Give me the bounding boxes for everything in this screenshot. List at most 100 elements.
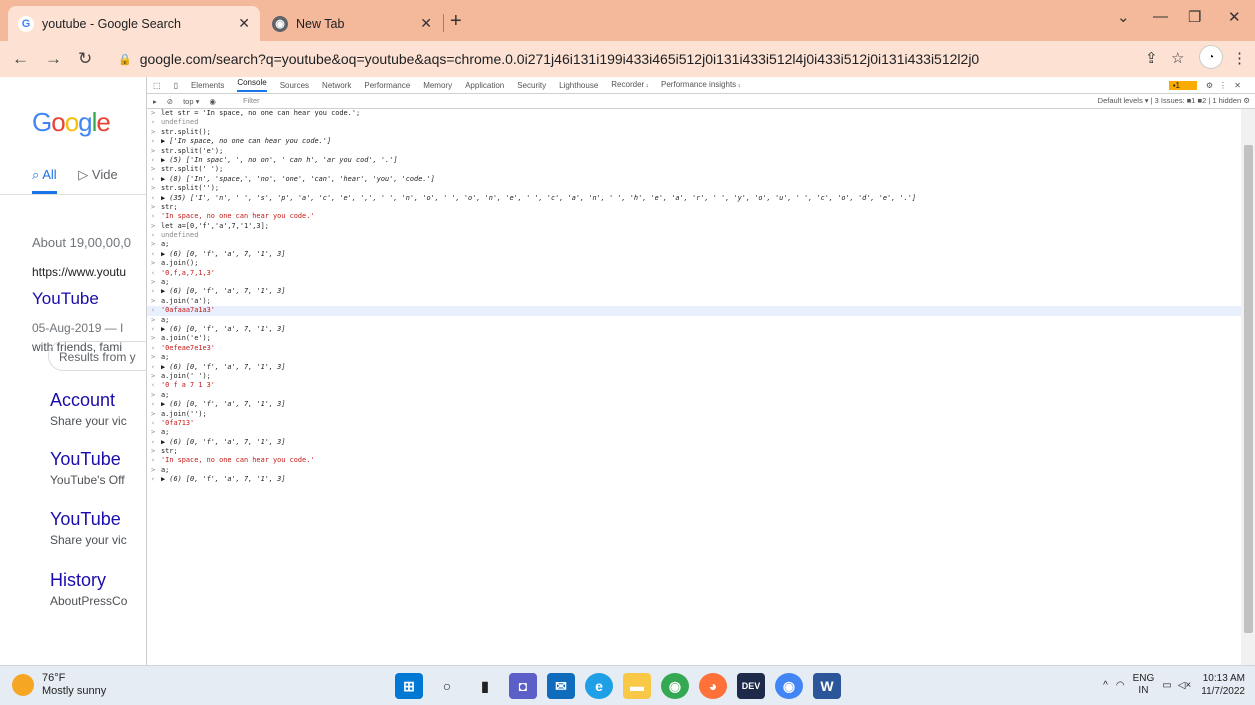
google-results-page: Google ⌕ All ▷ Vide About 19,00,00,0 htt… (0, 77, 146, 665)
mail-icon[interactable]: ✉ (547, 673, 575, 699)
tab-performance-insights[interactable]: Performance insights ⨾ (661, 80, 740, 90)
firefox-icon[interactable]: ◕ (699, 673, 727, 699)
chrome-profile-icon[interactable]: ◉ (775, 673, 803, 699)
share-icon[interactable]: ⇪ (1145, 49, 1158, 67)
sitelink-history[interactable]: History (50, 570, 106, 591)
filter-input[interactable]: Filter (243, 96, 260, 105)
console-line-text: ▶ (6) [0, 'f', 'a', 7, '1', 3] (161, 400, 286, 409)
issues-badge[interactable]: ▪1 (1168, 80, 1197, 90)
clear-console-icon[interactable]: ⊘ (167, 97, 173, 106)
chat-icon[interactable]: ◘ (509, 673, 537, 699)
dev-icon[interactable]: DEV (737, 673, 765, 699)
file-explorer-icon[interactable]: ▬ (623, 673, 651, 699)
tab-all-label: All (42, 167, 57, 182)
console-line-text: ▶ (5) ['In spac', ', no on', ' can h', '… (161, 155, 398, 164)
result-arrow-icon: ‹ (151, 249, 156, 258)
menu-icon[interactable]: ⋮ (1232, 49, 1247, 67)
prompt-chevron-icon: > (151, 221, 156, 230)
prompt-chevron-icon: > (151, 202, 156, 211)
console-line-text: str.split(); (161, 127, 211, 136)
prompt-chevron-icon: > (151, 334, 156, 343)
tab-videos[interactable]: ▷ Vide (78, 167, 117, 182)
edge-icon[interactable]: e (585, 673, 613, 699)
console-line-text: str.split(''); (161, 184, 220, 193)
console-line-text: 'In space, no one can hear you code.' (161, 456, 315, 465)
sitelink-youtube[interactable]: YouTube (50, 449, 121, 470)
device-toolbar-icon[interactable]: ▯ (174, 81, 178, 90)
console-input-line: > a; (147, 278, 1241, 287)
close-devtools-icon[interactable]: ✕ (1234, 81, 1241, 90)
tab-application[interactable]: Application (465, 81, 504, 90)
issues-count[interactable]: 3 Issues: ■1 ■2 (1155, 96, 1207, 105)
display-icon[interactable]: ▭ (1162, 680, 1171, 691)
close-window-button[interactable]: ✕ (1228, 8, 1241, 26)
windows-start-icon[interactable]: ⊞ (395, 673, 423, 699)
console-line-text: '0,f,a,7,1,3' (161, 268, 215, 277)
tab-recorder[interactable]: Recorder ⨾ (611, 80, 648, 90)
chevron-up-icon[interactable]: ^ (1103, 680, 1108, 691)
back-icon[interactable]: ← (12, 49, 29, 69)
profile-avatar[interactable]: ◔ (1199, 45, 1223, 69)
result-url[interactable]: https://www.youtu (32, 265, 126, 279)
tab-console[interactable]: Console (237, 78, 267, 92)
more-options-icon[interactable]: ⋮ (1219, 81, 1227, 90)
scrollbar-thumb[interactable] (1244, 145, 1253, 633)
tab-all[interactable]: ⌕ All (32, 167, 57, 194)
console-input-line: > a; (147, 466, 1241, 475)
tab-separator (443, 14, 444, 32)
tab-google-search[interactable]: G youtube - Google Search ✕ (8, 6, 260, 41)
search-icon[interactable]: ○ (433, 673, 461, 699)
reload-icon[interactable]: ↻ (78, 49, 92, 69)
console-scrollbar[interactable] (1241, 109, 1255, 665)
console-settings-icon[interactable]: ⚙ (1243, 96, 1250, 105)
tab-lighthouse[interactable]: Lighthouse (559, 81, 598, 90)
tab-search-icon[interactable]: ⌄ (1117, 8, 1130, 26)
tab-elements[interactable]: Elements (191, 81, 224, 90)
sidebar-toggle-icon[interactable]: ▸ (153, 97, 157, 106)
weather-widget[interactable]: 76°F Mostly sunny (12, 672, 106, 698)
console-input-line: > a.join(''); (147, 410, 1241, 419)
console-line-text: a; (161, 428, 170, 437)
context-selector[interactable]: top ▾ (183, 97, 199, 106)
tab-title: youtube - Google Search (42, 16, 181, 31)
restore-button[interactable]: ❐ (1188, 8, 1201, 26)
result-title[interactable]: YouTube (32, 289, 99, 309)
console-output-line: ‹ ▶ ['In space, no one can hear you code.… (147, 137, 1241, 146)
tab-new-tab[interactable]: ◉ New Tab ✕ (262, 6, 442, 41)
tab-network[interactable]: Network (322, 81, 351, 90)
tab-security[interactable]: Security (517, 81, 546, 90)
address-bar[interactable]: 🔒 google.com/search?q=youtube&oq=youtube… (110, 45, 980, 73)
chrome-icon[interactable]: ◉ (661, 673, 689, 699)
tab-sources[interactable]: Sources (280, 81, 309, 90)
tab-performance[interactable]: Performance (364, 81, 410, 90)
google-logo[interactable]: Google (32, 107, 111, 138)
new-tab-button[interactable]: + (450, 10, 462, 33)
prompt-chevron-icon: > (151, 165, 156, 174)
sitelink-account[interactable]: Account (50, 390, 115, 411)
settings-gear-icon[interactable]: ⚙ (1206, 81, 1213, 90)
clock[interactable]: 10:13 AM 11/7/2022 (1201, 672, 1245, 698)
minimize-button[interactable]: — (1153, 8, 1168, 25)
forward-icon[interactable]: → (45, 49, 62, 69)
task-view-icon[interactable]: ▮ (471, 673, 499, 699)
bookmark-star-icon[interactable]: ☆ (1171, 49, 1184, 67)
volume-icon[interactable]: ◁× (1178, 680, 1192, 691)
console-line-text: ▶ (35) ['I', 'n', ' ', 's', 'p', 'a', 'c… (161, 193, 917, 202)
eye-icon[interactable]: ◉ (209, 97, 216, 106)
console-output-line: ‹ ▶ (6) [0, 'f', 'a', 7, '1', 3] (147, 438, 1241, 447)
log-levels-dropdown[interactable]: Default levels ▾ (1098, 96, 1149, 105)
word-icon[interactable]: W (813, 673, 841, 699)
console-line-text: str; (161, 447, 178, 456)
inspect-icon[interactable]: ⬚ (153, 81, 161, 90)
prompt-chevron-icon: > (151, 259, 156, 268)
results-from-chip[interactable]: Results from y (48, 341, 146, 371)
network-icon[interactable]: ◠ (1116, 680, 1125, 691)
close-tab-icon[interactable]: ✕ (238, 15, 250, 32)
close-tab-icon[interactable]: ✕ (420, 15, 432, 32)
language-indicator[interactable]: ENG IN (1133, 673, 1155, 697)
tab-memory[interactable]: Memory (423, 81, 452, 90)
console-output[interactable]: > let str = 'In space, no one can hear yo… (147, 109, 1241, 665)
console-line-text: str.split('e'); (161, 146, 224, 155)
sitelink-youtube-2[interactable]: YouTube (50, 509, 121, 530)
prompt-chevron-icon: > (151, 127, 156, 136)
